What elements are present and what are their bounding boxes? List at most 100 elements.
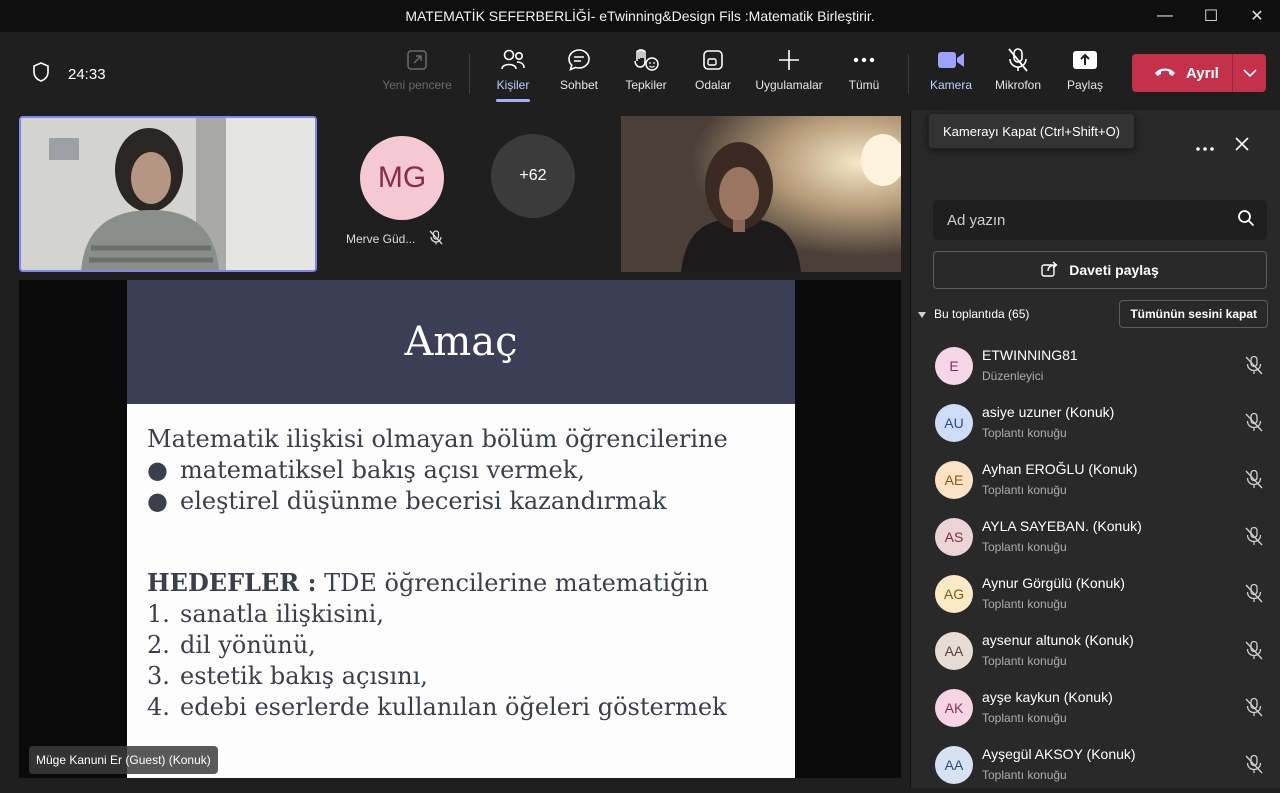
slide-header: Amaç <box>127 280 795 404</box>
participant-name: Aynur Görgülü (Konuk) <box>982 575 1125 591</box>
presentation-slide: Amaç Matematik ilişkisi olmayan bölüm öğ… <box>127 280 795 778</box>
microphone-label: Mikrofon <box>994 78 1041 92</box>
participant-item[interactable]: AK ayşe kaykun (Konuk) Toplantı konuğu <box>910 679 1280 736</box>
minimize-button[interactable]: — <box>1142 0 1188 32</box>
participant-item[interactable]: AA aysenur altunok (Konuk) Toplantı konu… <box>910 622 1280 679</box>
camera-tooltip: Kamerayı Kapat (Ctrl+Shift+O) <box>928 113 1136 149</box>
participant-video-tile[interactable] <box>621 116 901 272</box>
participant-item[interactable]: E ETWINNING81 Düzenleyici <box>910 337 1280 394</box>
participant-name: Merve Güd... <box>346 232 416 246</box>
chat-label: Sohbet <box>559 78 599 92</box>
participant-name-tag: Merve Güd... <box>346 230 443 248</box>
more-participants-count: +62 <box>519 167 547 184</box>
share-invite-button[interactable]: Daveti paylaş <box>933 251 1267 289</box>
plus-icon <box>777 46 801 74</box>
search-icon[interactable] <box>1237 209 1255 232</box>
maximize-button[interactable]: ☐ <box>1188 0 1234 32</box>
popout-icon <box>406 46 428 74</box>
raise-hand-icon <box>632 46 660 74</box>
leave-main[interactable]: Ayrıl <box>1132 54 1232 92</box>
participant-item[interactable]: AU asiye uzuner (Konuk) Toplantı konuğu <box>910 394 1280 451</box>
shared-screen: Amaç Matematik ilişkisi olmayan bölüm öğ… <box>19 280 901 778</box>
people-icon <box>500 46 526 74</box>
minimize-icon: — <box>1157 7 1173 24</box>
meeting-timer: 24:33 <box>68 66 106 83</box>
meeting-info: 24:33 <box>32 62 106 87</box>
goals-intro: TDE öğrencilerine matematiğin <box>324 569 709 597</box>
video-camera-icon <box>937 46 965 74</box>
avatar: AK <box>935 688 973 727</box>
slide-goal-item: 1. sanatla ilişkisini, <box>147 600 384 628</box>
participant-role: Toplantı konuğu <box>982 654 1067 668</box>
participant-name: Ayhan EROĞLU (Konuk) <box>982 461 1138 477</box>
participant-name: ayşe kaykun (Konuk) <box>982 689 1113 705</box>
mic-off-icon <box>1244 412 1264 437</box>
rooms-button[interactable]: Odalar <box>673 46 753 92</box>
shield-icon[interactable] <box>32 62 50 87</box>
share-invite-label: Daveti paylaş <box>1069 262 1159 278</box>
close-icon[interactable] <box>1234 136 1250 157</box>
apps-label: Uygulamalar <box>755 78 823 92</box>
avatar: AG <box>935 574 973 613</box>
participant-name: asiye uzuner (Konuk) <box>982 404 1115 420</box>
caret-down-icon <box>918 307 926 321</box>
more-button[interactable]: Tümü <box>824 46 904 92</box>
more-label: Tümü <box>848 78 880 92</box>
camera-label: Kamera <box>929 78 973 92</box>
mic-off-icon <box>1244 355 1264 380</box>
mic-off-icon <box>1244 469 1264 494</box>
search-input[interactable] <box>947 211 1207 229</box>
slide-bullet: ● matematiksel bakış açısı vermek, <box>147 456 585 484</box>
window-title: MATEMATİK SEFERBERLİĞİ- eTwinning&Design… <box>405 8 875 24</box>
leave-options-button[interactable] <box>1233 64 1266 82</box>
rooms-label: Odalar <box>694 78 732 92</box>
participant-role: Düzenleyici <box>982 369 1044 383</box>
participant-role: Toplantı konuğu <box>982 483 1067 497</box>
avatar: AA <box>935 745 973 784</box>
participant-item[interactable]: AE Ayhan EROĞLU (Konuk) Toplantı konuğu <box>910 451 1280 508</box>
participant-list: E ETWINNING81 Düzenleyici AU asiye uzune… <box>910 337 1280 793</box>
participant-role: Toplantı konuğu <box>982 426 1067 440</box>
avatar: AE <box>935 460 973 499</box>
reactions-label: Tepkiler <box>625 78 667 92</box>
mute-all-button[interactable]: Tümünün sesini kapat <box>1119 300 1268 328</box>
more-participants-badge[interactable]: +62 <box>491 134 575 218</box>
participant-video <box>621 116 901 272</box>
slide-goal-item: 4. edebi eserlerde kullanılan öğeleri gös… <box>147 693 727 721</box>
new-window-label: Yeni pencere <box>382 78 452 92</box>
participant-name: ETWINNING81 <box>982 347 1078 363</box>
new-window-button[interactable]: Yeni pencere <box>377 46 457 92</box>
mic-off-icon <box>1244 754 1264 779</box>
mic-off-icon <box>1244 640 1264 665</box>
more-options-icon[interactable] <box>1196 138 1214 156</box>
participant-role: Toplantı konuğu <box>982 540 1067 554</box>
avatar: AU <box>935 403 973 442</box>
goals-label: HEDEFLER : <box>147 568 317 597</box>
leave-button[interactable]: Ayrıl <box>1132 54 1266 92</box>
share-button[interactable]: Paylaş <box>1045 46 1125 92</box>
presenter-name-tag: Müge Kanuni Er (Guest) (Konuk) <box>29 746 218 774</box>
participant-video-tile[interactable] <box>19 116 317 272</box>
people-label: Kişiler <box>496 78 530 92</box>
participant-item[interactable]: AA Ayşegül AKSOY (Konuk) Toplantı konuğu <box>910 736 1280 793</box>
participant-item[interactable]: AS AYLA SAYEBAN. (Konuk) Toplantı konuğu <box>910 508 1280 565</box>
avatar: AA <box>935 631 973 670</box>
section-toggle[interactable]: Bu toplantıda (65) <box>918 307 1029 321</box>
close-window-button[interactable]: ✕ <box>1234 0 1280 32</box>
participant-name: aysenur altunok (Konuk) <box>982 632 1134 648</box>
share-label: Paylaş <box>1066 78 1104 92</box>
mic-off-icon <box>1244 583 1264 608</box>
participant-avatar[interactable]: MG <box>360 136 444 220</box>
participant-name: Ayşegül AKSOY (Konuk) <box>982 746 1136 762</box>
participant-item[interactable]: AG Aynur Görgülü (Konuk) Toplantı konuğu <box>910 565 1280 622</box>
slide-body: Matematik ilişkisi olmayan bölüm öğrenci… <box>127 404 795 723</box>
participant-role: Toplantı konuğu <box>982 597 1067 611</box>
share-arrow-icon <box>1041 260 1059 280</box>
mic-off-icon <box>429 230 443 248</box>
meeting-stage: MG Merve Güd... +62 Amaç Matematik ilişk… <box>0 110 910 788</box>
in-meeting-section: Bu toplantıda (65) Tümünün sesini kapat <box>918 300 1268 328</box>
apps-button[interactable]: Uygulamalar <box>749 46 829 92</box>
slide-title: Amaç <box>404 319 518 365</box>
panel-header-actions <box>1196 136 1250 157</box>
section-label: Bu toplantıda (65) <box>934 307 1030 321</box>
